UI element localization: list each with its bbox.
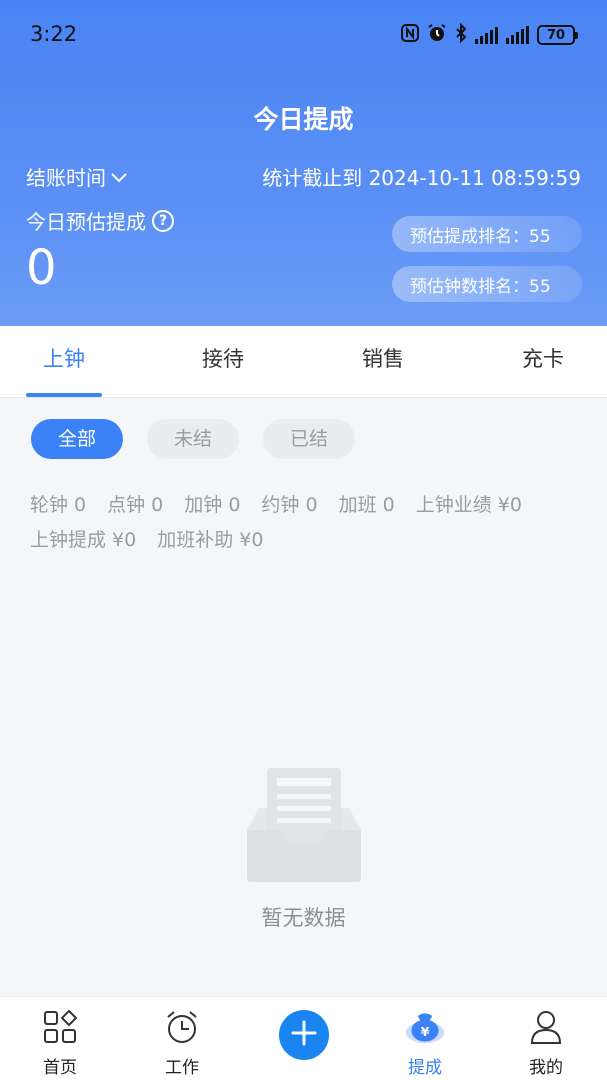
tab-chongka[interactable]: 充卡 (483, 326, 603, 398)
status-icons: 70 (401, 22, 578, 48)
empty-text: 暂无数据 (261, 906, 346, 930)
tab-jiedai[interactable]: 接待 (163, 326, 283, 398)
nav-commission[interactable]: ¥ 提成 (375, 997, 475, 1080)
estimate-label: 今日预估提成 (26, 210, 146, 234)
filter-all[interactable]: 全部 (31, 419, 123, 459)
alarm-clock-icon (162, 1007, 202, 1047)
nfc-icon (401, 23, 419, 47)
settle-time-dropdown[interactable]: 结账时间 (26, 162, 128, 191)
stats-line-2: 上钟提成 ¥0 加班补助 ¥0 (30, 525, 284, 552)
money-bag-icon: ¥ (405, 1007, 445, 1047)
empty-inbox-icon (245, 768, 363, 882)
user-icon (526, 1007, 566, 1047)
filter-settled[interactable]: 已结 (263, 419, 355, 459)
nav-home-label: 首页 (43, 1058, 77, 1078)
tab-shangzhong[interactable]: 上钟 (4, 326, 124, 398)
stat-shangzhong-yeji: 上钟业绩 ¥0 (415, 494, 522, 516)
add-button[interactable] (279, 1010, 329, 1060)
nav-work-label: 工作 (165, 1058, 199, 1078)
signal-1-icon (475, 26, 498, 44)
stat-yuezhong: 约钟 0 (261, 494, 318, 516)
rank-commission-badge: 预估提成排名：55 (392, 216, 582, 252)
svg-text:¥: ¥ (421, 1024, 430, 1039)
filter-unsettled[interactable]: 未结 (147, 419, 239, 459)
stats-line-1: 轮钟 0 点钟 0 加钟 0 约钟 0 加班 0 上钟业绩 ¥0 (30, 490, 543, 517)
tab-indicator (26, 393, 102, 397)
stat-lunzhong: 轮钟 0 (30, 494, 87, 516)
plus-icon (291, 1020, 317, 1050)
stat-shangzhong-ticheng: 上钟提成 ¥0 (30, 529, 137, 551)
estimate-value: 0 (26, 240, 57, 296)
tab-bar: 上钟 接待 销售 充卡 (0, 326, 607, 398)
rank-clock-badge: 预估钟数排名：55 (392, 266, 582, 302)
stat-jiaban: 加班 0 (338, 494, 395, 516)
stat-dianzhong: 点钟 0 (107, 494, 164, 516)
signal-2-icon (506, 26, 529, 44)
tab-xiaoshou[interactable]: 销售 (323, 326, 443, 398)
bluetooth-icon (455, 22, 467, 48)
help-icon[interactable]: ? (152, 209, 174, 232)
nav-commission-label: 提成 (408, 1058, 442, 1078)
nav-mine-label: 我的 (529, 1058, 563, 1078)
battery-icon: 70 (537, 25, 578, 45)
header: 3:22 70 今日提成 结账时间 统计截止到 2024-10-11 08:59… (0, 0, 607, 326)
stat-jiaban-buzhu: 加班补助 ¥0 (157, 529, 264, 551)
status-time: 3:22 (30, 22, 78, 46)
chevron-down-icon (110, 165, 128, 189)
stat-jiazhong: 加钟 0 (184, 494, 241, 516)
nav-home[interactable]: 首页 (10, 997, 110, 1080)
settle-time-label: 结账时间 (26, 166, 106, 190)
stat-deadline: 统计截止到 2024-10-11 08:59:59 (262, 166, 581, 190)
estimate-label-row: 今日预估提成 ? (26, 206, 174, 235)
nav-work[interactable]: 工作 (132, 997, 232, 1080)
status-bar: 3:22 70 (0, 0, 607, 70)
home-grid-icon (40, 1007, 80, 1047)
alarm-icon (427, 23, 447, 48)
page-title: 今日提成 (253, 105, 354, 134)
nav-mine[interactable]: 我的 (496, 997, 596, 1080)
